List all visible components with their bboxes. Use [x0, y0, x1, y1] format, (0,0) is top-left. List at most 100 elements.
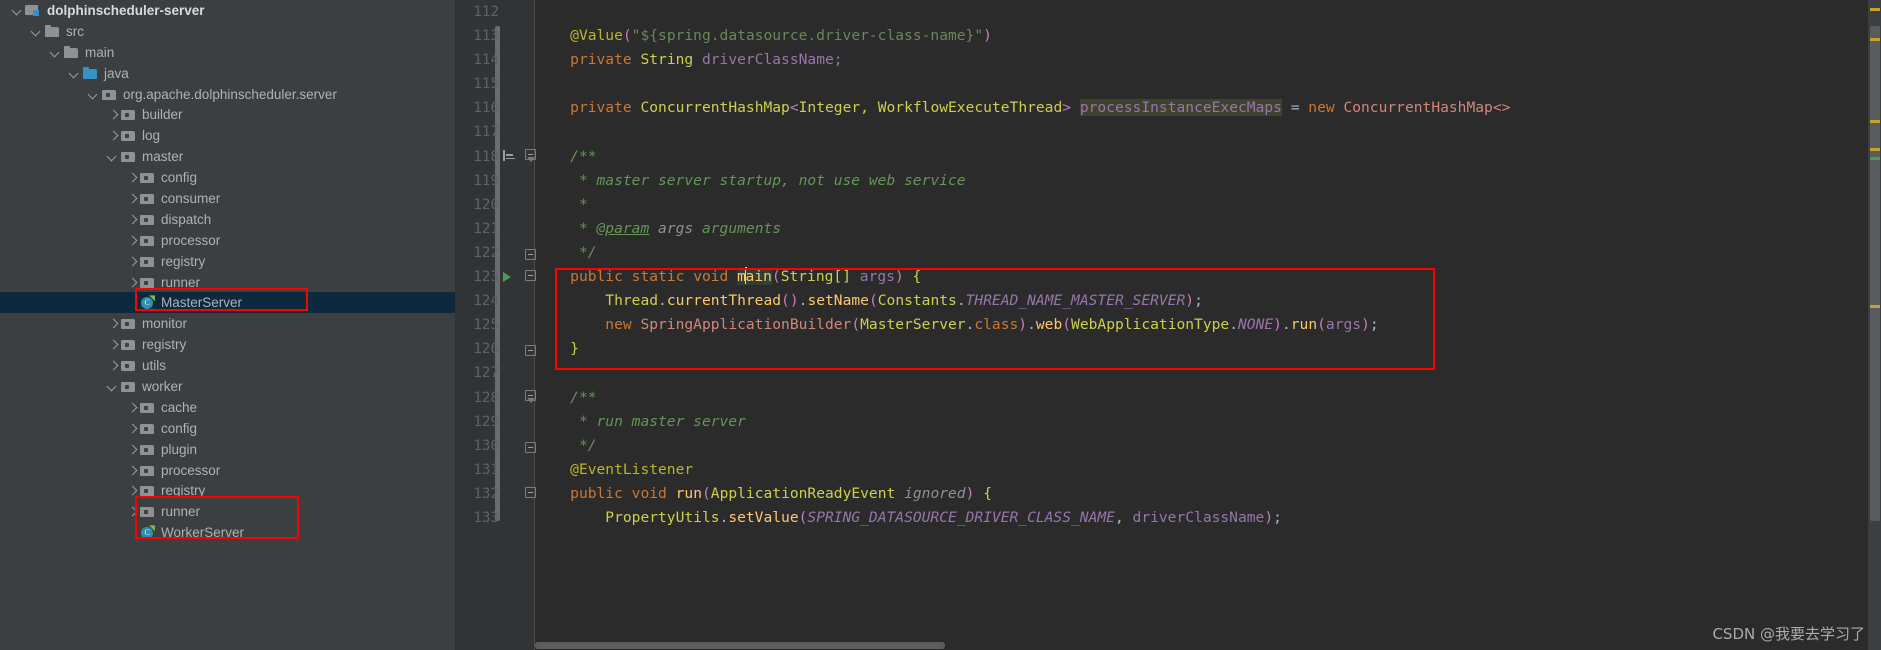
- code-line[interactable]: 129 * run master server: [473, 410, 1881, 434]
- tree-item-registry[interactable]: registry: [0, 334, 455, 355]
- code-line[interactable]: 133 PropertyUtils.setValue(SPRING_DATASO…: [473, 506, 1881, 530]
- code-line[interactable]: 123 public static void main(String[] arg…: [473, 265, 1881, 289]
- error-stripe-mark[interactable]: [1870, 120, 1880, 123]
- error-stripe-mark[interactable]: [1870, 148, 1880, 151]
- tree-item-consumer[interactable]: consumer: [0, 188, 455, 209]
- gutter-icons[interactable]: [503, 434, 536, 458]
- bookmark-icon[interactable]: [503, 149, 515, 162]
- run-arrow-icon[interactable]: [503, 272, 511, 283]
- gutter-icons[interactable]: [503, 482, 536, 506]
- chevron-right-icon[interactable]: [124, 483, 139, 498]
- code-line[interactable]: 132 public void run(ApplicationReadyEven…: [473, 482, 1881, 506]
- chevron-right-icon[interactable]: [124, 233, 139, 248]
- project-tree-list[interactable]: dolphinscheduler-server src main java org.ap…: [0, 0, 455, 543]
- code-lines[interactable]: 112 113 @Value("${spring.datasource.drive…: [473, 0, 1881, 650]
- chevron-right-icon[interactable]: [124, 275, 139, 290]
- chevron-right-icon[interactable]: [105, 358, 120, 373]
- chevron-right-icon[interactable]: [105, 128, 120, 143]
- chevron-down-icon[interactable]: [105, 149, 120, 164]
- code-line[interactable]: 115: [473, 72, 1881, 96]
- tree-item-registry[interactable]: registry: [0, 251, 455, 272]
- code-line[interactable]: 121 * @param args arguments: [473, 217, 1881, 241]
- gutter-icons[interactable]: [503, 386, 536, 410]
- fold-region-end-icon[interactable]: [525, 441, 536, 453]
- project-tree-panel[interactable]: dolphinscheduler-server src main java org.ap…: [0, 0, 455, 650]
- chevron-right-icon[interactable]: [124, 170, 139, 185]
- code-editor[interactable]: 112 113 @Value("${spring.datasource.drive…: [455, 0, 1881, 650]
- tree-item-master[interactable]: master: [0, 146, 455, 167]
- fold-region-end-icon[interactable]: [525, 248, 536, 260]
- fold-collapse-icon[interactable]: [525, 270, 536, 282]
- chevron-right-icon[interactable]: [124, 463, 139, 478]
- fold-region-end-icon[interactable]: [525, 345, 536, 357]
- fold-collapse-icon[interactable]: [525, 486, 536, 498]
- code-line[interactable]: 126 }: [473, 337, 1881, 361]
- tree-item-masterserver[interactable]: C MasterServer: [0, 292, 455, 314]
- chevron-right-icon[interactable]: [105, 316, 120, 331]
- tree-item-utils[interactable]: utils: [0, 355, 455, 376]
- tree-item-plugin[interactable]: plugin: [0, 439, 455, 460]
- tree-item-dolphinscheduler-server[interactable]: dolphinscheduler-server: [0, 0, 455, 21]
- horizontal-scrollbar-thumb[interactable]: [535, 642, 945, 649]
- tree-item-monitor[interactable]: monitor: [0, 313, 455, 334]
- error-stripe-mark[interactable]: [1870, 157, 1880, 160]
- tree-item-main[interactable]: main: [0, 42, 455, 63]
- chevron-right-icon[interactable]: [124, 400, 139, 415]
- gutter-icons[interactable]: [503, 241, 536, 265]
- chevron-right-icon[interactable]: [124, 504, 139, 519]
- tree-item-runner[interactable]: runner: [0, 501, 455, 522]
- error-stripe-mark[interactable]: [1870, 38, 1880, 41]
- tree-item-config[interactable]: config: [0, 418, 455, 439]
- editor-scrollbar-thumb[interactable]: [1870, 26, 1880, 521]
- tree-item-processor[interactable]: processor: [0, 460, 455, 481]
- chevron-right-icon[interactable]: [124, 212, 139, 227]
- chevron-down-icon[interactable]: [48, 45, 63, 60]
- tree-item-log[interactable]: log: [0, 125, 455, 146]
- chevron-right-icon[interactable]: [124, 254, 139, 269]
- code-line[interactable]: 113 @Value("${spring.datasource.driver-c…: [473, 24, 1881, 48]
- tree-item-worker[interactable]: worker: [0, 376, 455, 397]
- error-stripe-mark[interactable]: [1870, 305, 1880, 308]
- tree-item-org-apache-dolphinscheduler-server[interactable]: org.apache.dolphinscheduler.server: [0, 84, 455, 105]
- code-line[interactable]: 112: [473, 0, 1881, 24]
- code-line[interactable]: 119 * master server startup, not use web…: [473, 169, 1881, 193]
- tree-item-workerserver[interactable]: C WorkerServer: [0, 522, 455, 543]
- code-line[interactable]: 131 @EventListener: [473, 458, 1881, 482]
- code-line[interactable]: 120 *: [473, 193, 1881, 217]
- code-line[interactable]: 122 */: [473, 241, 1881, 265]
- tree-item-src[interactable]: src: [0, 21, 455, 42]
- chevron-down-icon[interactable]: [10, 3, 25, 18]
- code-line[interactable]: 124 Thread.currentThread().setName(Const…: [473, 289, 1881, 313]
- chevron-down-icon[interactable]: [86, 87, 101, 102]
- code-line[interactable]: 127: [473, 361, 1881, 385]
- gutter-icons[interactable]: [503, 145, 536, 169]
- code-line[interactable]: 118 /**: [473, 145, 1881, 169]
- tree-item-processor[interactable]: processor: [0, 230, 455, 251]
- chevron-down-icon[interactable]: [29, 24, 44, 39]
- tree-item-dispatch[interactable]: dispatch: [0, 209, 455, 230]
- code-line[interactable]: 130 */: [473, 434, 1881, 458]
- tree-item-java[interactable]: java: [0, 63, 455, 84]
- gutter-icons[interactable]: [503, 337, 536, 361]
- gutter-icons[interactable]: [503, 265, 536, 289]
- chevron-down-icon[interactable]: [67, 66, 82, 81]
- chevron-right-icon[interactable]: [124, 191, 139, 206]
- code-line[interactable]: 125 new SpringApplicationBuilder(MasterS…: [473, 313, 1881, 337]
- error-stripe-mark[interactable]: [1870, 8, 1880, 11]
- chevron-down-icon[interactable]: [105, 379, 120, 394]
- code-line[interactable]: 117: [473, 120, 1881, 144]
- chevron-right-icon[interactable]: [105, 107, 120, 122]
- horizontal-scrollbar-track[interactable]: [535, 641, 1868, 650]
- chevron-right-icon[interactable]: [124, 421, 139, 436]
- tree-item-registry[interactable]: registry: [0, 480, 455, 501]
- chevron-right-icon[interactable]: [105, 337, 120, 352]
- code-line[interactable]: 128 /**: [473, 386, 1881, 410]
- error-stripe-column[interactable]: [1868, 0, 1881, 650]
- tree-item-cache[interactable]: cache: [0, 397, 455, 418]
- tree-item-runner[interactable]: runner: [0, 272, 455, 293]
- tree-item-config[interactable]: config: [0, 167, 455, 188]
- chevron-right-icon[interactable]: [124, 442, 139, 457]
- code-line[interactable]: 116 private ConcurrentHashMap<Integer, W…: [473, 96, 1881, 120]
- tree-item-builder[interactable]: builder: [0, 104, 455, 125]
- code-line[interactable]: 114 private String driverClassName;: [473, 48, 1881, 72]
